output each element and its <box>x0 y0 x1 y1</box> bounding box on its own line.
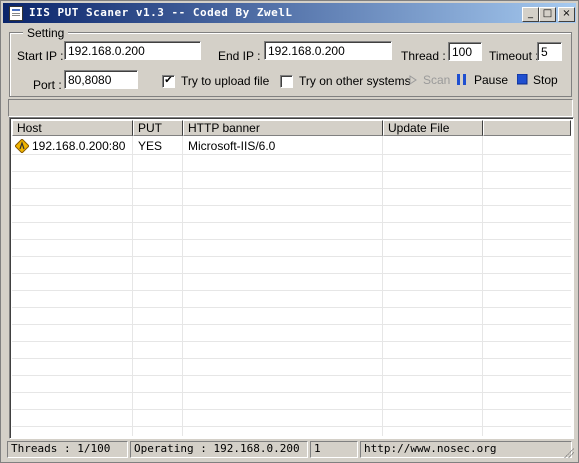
port-input[interactable]: 80,8080 <box>64 70 138 89</box>
row-gridline <box>12 154 571 155</box>
minimize-button[interactable]: _ <box>522 7 539 22</box>
main-window: IIS PUT Scaner v1.3 -- Coded By ZwelL _ … <box>0 0 579 463</box>
warning-icon <box>15 139 29 153</box>
row-gridline <box>12 375 571 376</box>
end-ip-label: End IP : <box>218 49 261 63</box>
table-row[interactable]: 192.168.0.200:80 YES Microsoft-IIS/6.0 <box>12 137 571 154</box>
row-gridline <box>12 171 571 172</box>
column-divider <box>182 136 183 436</box>
close-button[interactable]: × <box>558 7 575 22</box>
resize-grip[interactable] <box>564 448 574 458</box>
thread-label: Thread : <box>401 49 446 63</box>
row-gridline <box>12 256 571 257</box>
setting-legend: Setting <box>23 26 69 40</box>
cell-banner: Microsoft-IIS/6.0 <box>188 139 276 153</box>
column-divider <box>132 136 133 436</box>
end-ip-input[interactable]: 192.168.0.200 <box>264 41 392 60</box>
status-threads: Threads : 1/100 <box>7 441 128 458</box>
row-gridline <box>12 273 571 274</box>
status-url[interactable]: http://www.nosec.org <box>360 441 572 458</box>
scan-button[interactable]: Scan <box>407 72 453 88</box>
stop-icon <box>517 74 528 85</box>
stop-label: Stop <box>533 73 558 87</box>
pause-icon <box>457 74 466 85</box>
column-header-update-file[interactable]: Update File <box>383 120 483 136</box>
row-gridline <box>12 358 571 359</box>
maximize-button[interactable]: □ <box>539 7 556 22</box>
start-ip-label: Start IP : <box>17 49 64 63</box>
pause-label: Pause <box>474 73 509 87</box>
status-operating: Operating : 192.168.0.200 <box>130 441 308 458</box>
column-divider <box>482 136 483 436</box>
title-bar[interactable]: IIS PUT Scaner v1.3 -- Coded By ZwelL _ … <box>3 3 576 23</box>
row-gridline <box>12 239 571 240</box>
stop-button[interactable]: Stop <box>516 72 562 88</box>
column-header-put[interactable]: PUT <box>133 120 183 136</box>
row-gridline <box>12 188 571 189</box>
app-window-icon <box>9 6 23 21</box>
row-gridline <box>12 205 571 206</box>
row-gridline <box>12 409 571 410</box>
row-gridline <box>12 290 571 291</box>
row-gridline <box>12 392 571 393</box>
row-gridline <box>12 426 571 427</box>
column-header-empty[interactable] <box>483 120 571 136</box>
port-label: Port : <box>33 78 62 92</box>
row-gridline <box>12 341 571 342</box>
results-list[interactable]: Host PUT HTTP banner Update File 192.168… <box>9 117 574 439</box>
timeout-label: Timeout : <box>489 49 539 63</box>
row-gridline <box>12 324 571 325</box>
column-header-host[interactable]: Host <box>12 120 133 136</box>
play-icon <box>409 75 417 85</box>
timeout-input[interactable]: 5 <box>537 42 562 61</box>
other-systems-checkbox[interactable] <box>280 75 293 88</box>
thread-input[interactable]: 100 <box>448 42 482 61</box>
column-divider <box>382 136 383 436</box>
status-count: 1 <box>310 441 358 458</box>
upload-checkbox[interactable]: ✔ <box>162 75 175 88</box>
cell-put: YES <box>138 139 163 153</box>
pause-button[interactable]: Pause <box>456 72 508 88</box>
other-systems-label[interactable]: Try on other systems <box>299 74 411 88</box>
row-gridline <box>12 222 571 223</box>
cell-host: 192.168.0.200:80 <box>32 139 126 153</box>
window-title: IIS PUT Scaner v1.3 -- Coded By ZwelL <box>29 6 293 19</box>
column-header-banner[interactable]: HTTP banner <box>183 120 383 136</box>
upload-label[interactable]: Try to upload file <box>181 74 269 88</box>
scan-label: Scan <box>423 73 451 87</box>
row-gridline <box>12 307 571 308</box>
start-ip-input[interactable]: 192.168.0.200 <box>64 41 201 60</box>
progress-strip <box>8 99 573 117</box>
